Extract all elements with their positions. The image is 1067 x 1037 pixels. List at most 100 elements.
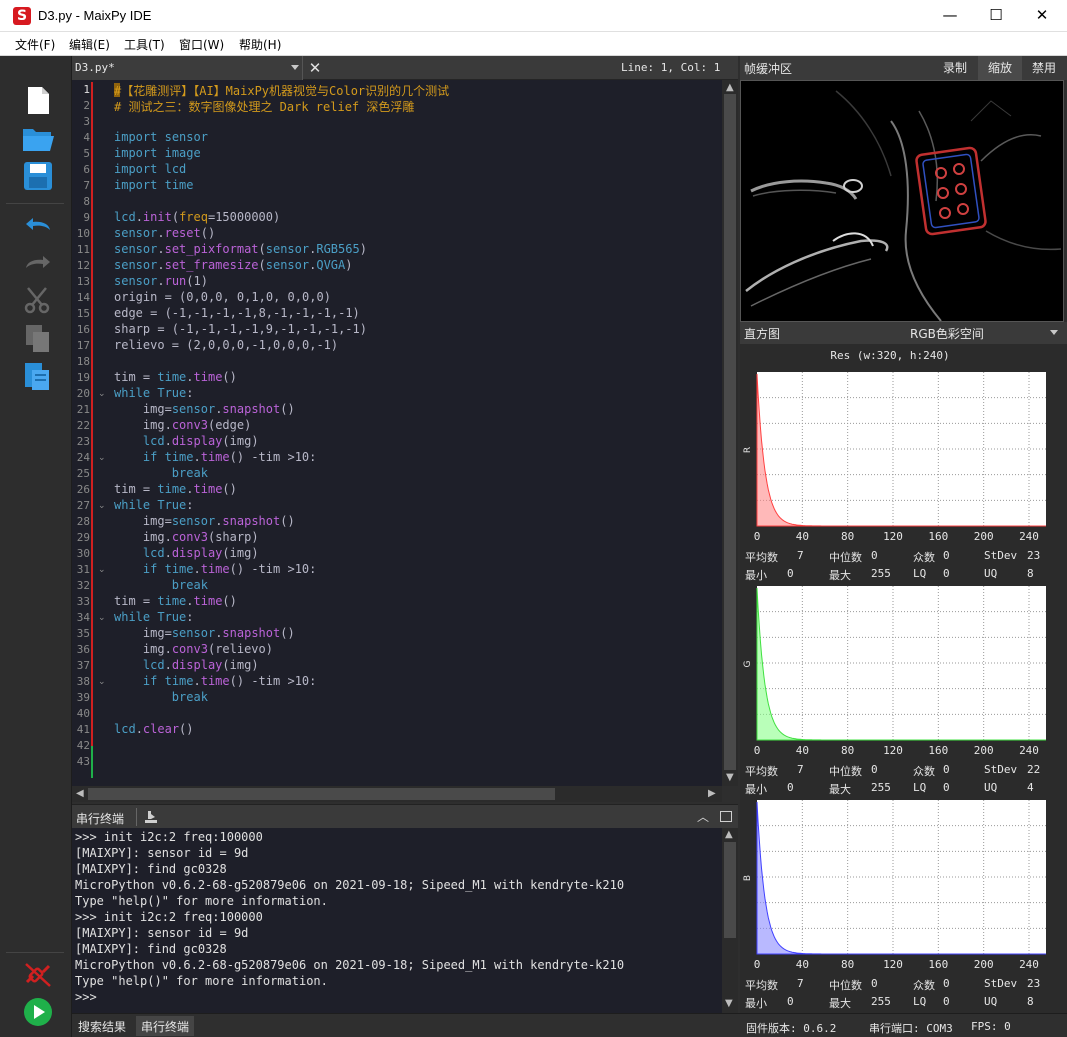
code-line[interactable]: import image (114, 146, 201, 162)
stat-max-label: 最大 (829, 997, 851, 1010)
menu-file[interactable]: 文件(F) (15, 36, 55, 53)
stat-mean-label: 平均数 (745, 551, 778, 564)
open-file-selector[interactable]: D3.py* (72, 56, 303, 80)
disable-button[interactable]: 禁用 (1024, 56, 1064, 80)
code-line[interactable]: while True: (114, 610, 194, 626)
serial-terminal[interactable]: >>> init i2c:2 freq:100000 [MAIXPY]: sens… (72, 828, 738, 1013)
scroll-left-icon[interactable]: ◀ (76, 788, 84, 799)
channel-label: R (743, 447, 753, 453)
editor-scroll-thumb[interactable] (724, 94, 736, 770)
code-line[interactable]: import sensor (114, 130, 208, 146)
float-panel-icon[interactable] (720, 811, 732, 822)
code-editor[interactable]: 1 2 3 4 5 6 7 8 9 10 11 12 13 14 15 16 17 18 19 20 ⌄ 21 22 23 24… (72, 80, 738, 786)
code-line[interactable]: lcd.display(img) (114, 434, 259, 450)
code-line[interactable]: lcd.display(img) (114, 546, 259, 562)
terminal-scrollbar[interactable]: ▲ ▼ (722, 828, 738, 1013)
code-line[interactable]: sensor.set_pixformat(sensor.RGB565) (114, 242, 367, 258)
paste-icon[interactable] (20, 360, 56, 392)
record-button[interactable]: 录制 (936, 56, 974, 80)
fold-toggle-icon[interactable]: ⌄ (98, 386, 106, 402)
run-icon[interactable] (20, 996, 56, 1028)
new-file-icon[interactable] (20, 84, 56, 116)
close-window-button[interactable]: ✕ (1019, 0, 1065, 31)
saved-lines-marker (91, 746, 93, 778)
line-number: 20 (76, 387, 90, 400)
scroll-right-icon[interactable]: ▶ (708, 788, 716, 799)
code-line[interactable]: img=sensor.snapshot() (114, 514, 295, 530)
chevron-down-icon[interactable] (1050, 330, 1058, 335)
code-line[interactable]: relievo = (2,0,0,0,-1,0,0,0,-1) (114, 338, 338, 354)
code-line[interactable]: import time (114, 178, 194, 194)
code-line[interactable]: lcd.init(freq=15000000) (114, 210, 280, 226)
code-line[interactable]: lcd.display(img) (114, 658, 259, 674)
code-line[interactable]: import lcd (114, 162, 186, 178)
menu-window[interactable]: 窗口(W) (179, 36, 224, 53)
toolbar-separator (6, 203, 64, 204)
tab-serial-terminal[interactable]: 串行终端 (141, 1018, 189, 1035)
code-line[interactable]: img=sensor.snapshot() (114, 402, 295, 418)
scroll-up-icon[interactable]: ▲ (725, 829, 733, 840)
disconnect-icon[interactable] (20, 958, 56, 990)
code-line[interactable]: tim = time.time() (114, 594, 237, 610)
open-folder-icon[interactable] (20, 122, 56, 154)
tab-search-results[interactable]: 搜索结果 (78, 1018, 126, 1035)
code-line[interactable]: edge = (-1,-1,-1,-1,8,-1,-1,-1,-1) (114, 306, 360, 322)
fold-toggle-icon[interactable]: ⌄ (98, 610, 106, 626)
code-line[interactable]: lcd.clear() (114, 722, 194, 738)
scroll-down-icon[interactable]: ▼ (726, 772, 734, 783)
undo-icon[interactable] (20, 210, 56, 242)
stat-median: 0 (871, 977, 878, 990)
code-line[interactable]: img=sensor.snapshot() (114, 626, 295, 642)
code-line[interactable]: sharp = (-1,-1,-1,-1,9,-1,-1,-1,-1) (114, 322, 367, 338)
scroll-up-icon[interactable]: ▲ (726, 82, 734, 93)
chevron-up-icon[interactable]: ︿ (697, 808, 709, 825)
stat-lq: 0 (943, 781, 950, 794)
code-line[interactable]: #【花雕测评】【AI】MaixPy机器视觉与Color识别的几个测试 (114, 82, 449, 98)
fold-toggle-icon[interactable]: ⌄ (98, 562, 106, 578)
terminal-scroll-thumb[interactable] (724, 842, 736, 938)
line-number: 7 (83, 179, 90, 192)
minimize-button[interactable]: — (927, 0, 973, 31)
code-line[interactable]: if time.time() -tim >10: (114, 674, 316, 690)
code-line[interactable]: while True: (114, 498, 194, 514)
menu-help[interactable]: 帮助(H) (239, 36, 281, 53)
code-line[interactable]: sensor.reset() (114, 226, 215, 242)
code-line[interactable]: break (114, 578, 208, 594)
code-area[interactable]: #【花雕测评】【AI】MaixPy机器视觉与Color识别的几个测试 # 测试之三… (114, 80, 714, 786)
fold-toggle-icon[interactable]: ⌄ (98, 498, 106, 514)
code-line[interactable]: # 测试之三：数字图像处理之 Dark relief 深色浮雕 (114, 98, 414, 114)
terminal-clear-icon[interactable] (143, 809, 159, 825)
menu-tools[interactable]: 工具(T) (124, 36, 165, 53)
editor-horizontal-scrollbar[interactable]: ◀ ▶ (72, 786, 722, 802)
code-line[interactable]: img.conv3(relievo) (114, 642, 273, 658)
zoom-button[interactable]: 缩放 (980, 56, 1020, 80)
fold-toggle-icon[interactable]: ⌄ (98, 450, 106, 466)
code-line[interactable]: origin = (0,0,0, 0,1,0, 0,0,0) (114, 290, 331, 306)
menu-edit[interactable]: 编辑(E) (69, 36, 110, 53)
maximize-button[interactable]: ☐ (973, 0, 1019, 31)
x-tick-label: 0 (754, 958, 761, 971)
redo-icon[interactable] (20, 248, 56, 280)
color-space-select[interactable]: RGB色彩空间 (910, 325, 1040, 342)
scroll-down-icon[interactable]: ▼ (725, 998, 733, 1009)
line-number: 33 (76, 595, 90, 608)
fold-toggle-icon[interactable]: ⌄ (98, 674, 106, 690)
code-line[interactable]: break (114, 690, 208, 706)
code-line[interactable]: while True: (114, 386, 194, 402)
save-icon[interactable] (20, 160, 56, 192)
copy-icon[interactable] (20, 322, 56, 354)
editor-hscroll-thumb[interactable] (88, 788, 555, 800)
code-line[interactable]: img.conv3(edge) (114, 418, 251, 434)
code-line[interactable]: break (114, 466, 208, 482)
line-number: 8 (83, 195, 90, 208)
code-line[interactable]: sensor.run(1) (114, 274, 208, 290)
code-line[interactable]: if time.time() -tim >10: (114, 450, 316, 466)
code-line[interactable]: if time.time() -tim >10: (114, 562, 316, 578)
code-line[interactable]: img.conv3(sharp) (114, 530, 259, 546)
stat-median-label: 中位数 (829, 979, 862, 992)
cut-icon[interactable] (20, 284, 56, 316)
close-file-button[interactable]: ✕ (304, 57, 326, 79)
code-line[interactable]: tim = time.time() (114, 482, 237, 498)
code-line[interactable]: tim = time.time() (114, 370, 237, 386)
code-line[interactable]: sensor.set_framesize(sensor.QVGA) (114, 258, 352, 274)
